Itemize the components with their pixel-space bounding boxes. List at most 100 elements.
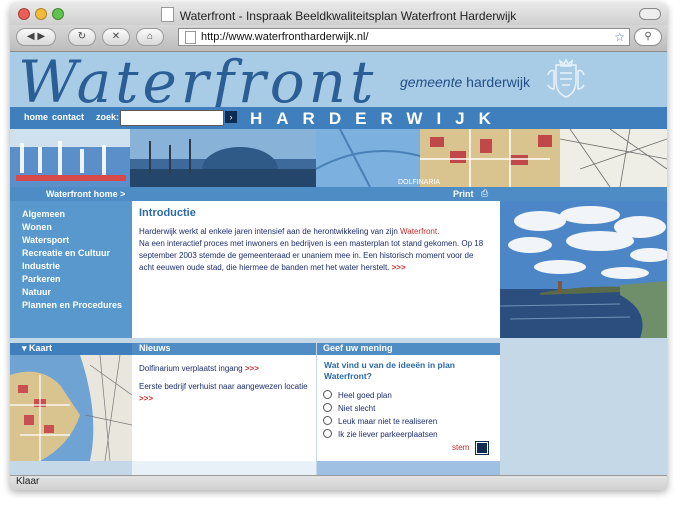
gemeente-logo[interactable]: gemeente harderwijk	[400, 74, 530, 90]
waterfront-link[interactable]: Waterfront	[400, 227, 437, 236]
sidebar-item-recreatie[interactable]: Recreatie en Cultuur	[22, 248, 110, 258]
news-item[interactable]: Dolfinarium verplaatst ingang >>>	[139, 363, 259, 375]
poll-question: Wat vind u van de ideeën in plan Waterfr…	[324, 360, 455, 381]
window-title: Waterfront - Inspraak Beeldkwaliteitspla…	[10, 7, 667, 23]
browser-window: Waterfront - Inspraak Beeldkwaliteitspla…	[10, 3, 667, 490]
url-text: http://www.waterfrontharderwijk.nl/	[201, 31, 369, 43]
poll-header: Geef uw mening	[317, 343, 500, 355]
bookmark-star-icon[interactable]: ☆	[614, 29, 625, 45]
header-banner-images: DOLFINARIA	[10, 129, 667, 187]
city-banner-text: HARDERWIJK	[250, 109, 505, 128]
nieuws-heading: Nieuws	[139, 343, 171, 353]
title-bar: Waterfront - Inspraak Beeldkwaliteitspla…	[10, 3, 667, 25]
sidebar-item-wonen[interactable]: Wonen	[22, 222, 52, 232]
news-item-more[interactable]: >>>	[245, 364, 259, 373]
footer-segment	[132, 461, 316, 475]
triangle-down-icon: ▾	[22, 343, 27, 353]
home-icon: ⌂	[146, 31, 154, 42]
status-bar: Klaar	[10, 475, 667, 490]
news-item-text[interactable]: Dolfinarium verplaatst ingang	[139, 364, 243, 373]
right-lower-panel	[500, 355, 667, 461]
print-link[interactable]: Print	[453, 189, 474, 199]
sidebar-item-industrie[interactable]: Industrie	[22, 261, 60, 271]
news-item-more[interactable]: >>>	[139, 394, 153, 403]
intro-text: Harderwijk werkt al enkele jaren intensi…	[139, 226, 489, 274]
radio-button[interactable]	[323, 429, 332, 438]
gemeente-name: harderwijk	[466, 74, 530, 90]
document-icon	[160, 7, 174, 22]
nieuws-section: Dolfinarium verplaatst ingang >>> Eerste…	[132, 355, 316, 461]
stem-link[interactable]: stem	[452, 443, 469, 452]
stem-submit-button[interactable]	[476, 442, 488, 454]
radio-button[interactable]	[323, 403, 332, 412]
sidebar-item-plannen[interactable]: Plannen en Procedures	[22, 300, 122, 310]
sidebar-item-watersport[interactable]: Watersport	[22, 235, 69, 245]
sub-navigation-strip: Waterfront home > Print ⎙	[10, 187, 667, 201]
sidebar-item-natuur[interactable]: Natuur	[22, 287, 51, 297]
reload-icon: ↻	[77, 31, 87, 42]
page-icon	[185, 31, 196, 44]
back-forward-buttons[interactable]: ◀ ▶	[16, 28, 56, 46]
back-icon[interactable]: ◀	[27, 31, 35, 42]
home-button[interactable]: ⌂	[136, 28, 164, 46]
news-item-text[interactable]: Eerste bedrijf verhuist naar aangewezen …	[139, 382, 308, 391]
kaart-toggle[interactable]: ▾ Kaart	[10, 343, 132, 355]
sidebar-item-parkeren[interactable]: Parkeren	[22, 274, 61, 284]
page-footer-band	[10, 461, 667, 475]
coat-of-arms-icon	[547, 58, 585, 98]
gemeente-prefix: gemeente	[400, 74, 463, 90]
poll-option[interactable]: Niet slecht	[323, 403, 375, 413]
kaart-map[interactable]	[10, 355, 132, 461]
poll-option-label: Ik zie liever parkeerplaatsen	[338, 430, 438, 439]
window-title-text: Waterfront - Inspraak Beeldkwaliteitspla…	[179, 9, 517, 23]
toolbar-toggle-button[interactable]	[639, 8, 661, 20]
stop-button[interactable]: ✕	[102, 28, 130, 46]
browser-toolbar: ◀ ▶ ↻ ✕ ⌂ http://www.waterfrontharderwij…	[10, 25, 667, 52]
sidebar-item-algemeen[interactable]: Algemeen	[22, 209, 65, 219]
top-navigation: home contact zoek: › HARDERWIJK	[10, 107, 667, 129]
browser-search-field[interactable]: ⚲	[634, 28, 662, 46]
printer-icon[interactable]: ⎙	[481, 188, 488, 199]
radio-button[interactable]	[323, 416, 332, 425]
site-search-input[interactable]	[120, 110, 224, 126]
intro-section: Introductie Harderwijk werkt al enkele j…	[132, 201, 500, 338]
poll-option[interactable]: Leuk maar niet te realiseren	[323, 416, 437, 426]
kaart-label: Kaart	[29, 343, 53, 353]
web-page: Waterfront gemeente harderwijk home cont…	[10, 52, 667, 475]
reload-button[interactable]: ↻	[68, 28, 96, 46]
news-item[interactable]: Eerste bedrijf verhuist naar aangewezen …	[139, 381, 309, 405]
sidebar-navigation: Algemeen Wonen Watersport Recreatie en C…	[10, 201, 132, 338]
poll-option-label: Leuk maar niet te realiseren	[338, 417, 438, 426]
poll-option[interactable]: Ik zie liever parkeerplaatsen	[323, 429, 438, 439]
site-header: Waterfront gemeente harderwijk	[10, 52, 667, 116]
harbour-photo	[500, 201, 667, 338]
banner-caption: DOLFINARIA	[398, 179, 440, 186]
waterfront-home-link[interactable]: Waterfront home >	[46, 189, 125, 199]
poll-option[interactable]: Heel goed plan	[323, 390, 392, 400]
intro-heading: Introductie	[139, 207, 196, 219]
map-image	[10, 355, 132, 461]
footer-segment	[317, 461, 500, 475]
harbour-image	[500, 201, 667, 338]
poll-section: Wat vind u van de ideeën in plan Waterfr…	[317, 355, 500, 461]
intro-paragraph: Na een interactief proces met inwoners e…	[139, 239, 484, 272]
poll-option-label: Niet slecht	[338, 404, 376, 413]
nieuws-header: Nieuws	[132, 343, 316, 355]
address-bar[interactable]: http://www.waterfrontharderwijk.nl/ ☆	[178, 28, 630, 46]
forward-icon[interactable]: ▶	[37, 31, 45, 42]
stop-icon: ✕	[111, 31, 121, 42]
intro-line-1-end: .	[437, 227, 440, 236]
arrow-right-icon: ›	[229, 112, 233, 122]
intro-more-link[interactable]: >>>	[392, 263, 406, 272]
intro-line-1: Harderwijk werkt al enkele jaren intensi…	[139, 227, 401, 236]
search-go-button[interactable]: ›	[225, 111, 237, 123]
status-text: Klaar	[16, 476, 40, 487]
poll-option-label: Heel goed plan	[338, 391, 392, 400]
right-header-spacer	[500, 343, 667, 355]
search-label: zoek:	[96, 112, 120, 122]
radio-button[interactable]	[323, 390, 332, 399]
poll-heading: Geef uw mening	[323, 343, 393, 353]
nav-contact-link[interactable]: contact	[52, 112, 84, 122]
search-icon: ⚲	[644, 31, 652, 42]
nav-home-link[interactable]: home	[24, 112, 48, 122]
